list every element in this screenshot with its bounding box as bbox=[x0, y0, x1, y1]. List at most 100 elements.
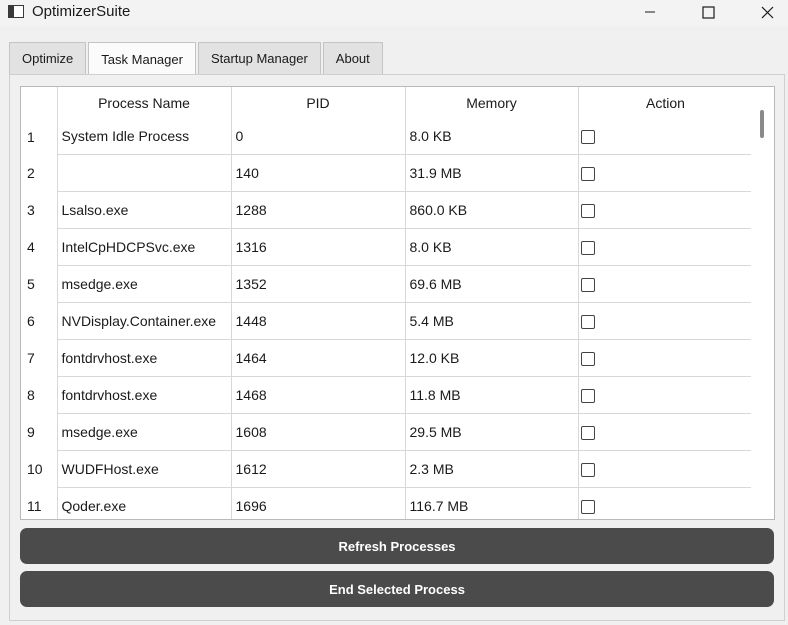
table-row[interactable]: 9 msedge.exe 1608 29.5 MB bbox=[21, 413, 754, 451]
minimize-button[interactable] bbox=[627, 0, 673, 24]
scrollbar-thumb[interactable] bbox=[760, 110, 764, 138]
memory-cell[interactable]: 860.0 KB bbox=[405, 191, 579, 229]
select-process-checkbox[interactable] bbox=[580, 388, 595, 403]
table-row[interactable]: 6 NVDisplay.Container.exe 1448 5.4 MB bbox=[21, 302, 754, 340]
row-number: 8 bbox=[21, 376, 58, 413]
pid-cell[interactable]: 1448 bbox=[231, 302, 406, 340]
process-name-cell[interactable]: NVDisplay.Container.exe bbox=[57, 302, 232, 340]
action-cell bbox=[578, 450, 754, 488]
pid-cell[interactable]: 1696 bbox=[231, 487, 406, 519]
process-name-cell[interactable]: WUDFHost.exe bbox=[57, 450, 232, 488]
window-title: OptimizerSuite bbox=[32, 3, 131, 20]
memory-cell[interactable]: 8.0 KB bbox=[405, 119, 579, 155]
maximize-icon bbox=[701, 5, 715, 19]
refresh-processes-button[interactable]: Refresh Processes bbox=[20, 528, 774, 564]
vertical-scrollbar[interactable] bbox=[751, 87, 774, 519]
row-number: 3 bbox=[21, 191, 58, 228]
column-header-action[interactable]: Action bbox=[578, 87, 754, 119]
column-header-pid[interactable]: PID bbox=[231, 87, 406, 119]
table-row[interactable]: 4 IntelCpHDCPSvc.exe 1316 8.0 KB bbox=[21, 228, 754, 266]
row-number-header bbox=[21, 87, 58, 119]
memory-cell[interactable]: 69.6 MB bbox=[405, 265, 579, 303]
action-cell bbox=[578, 487, 754, 519]
select-process-checkbox[interactable] bbox=[580, 425, 595, 440]
row-number: 1 bbox=[21, 119, 58, 154]
select-process-checkbox[interactable] bbox=[580, 203, 595, 218]
row-number: 10 bbox=[21, 450, 58, 487]
memory-cell[interactable]: 11.8 MB bbox=[405, 376, 579, 414]
process-name-cell[interactable]: System Idle Process bbox=[57, 119, 232, 155]
tab-bar: Optimize Task Manager Startup Manager Ab… bbox=[9, 42, 385, 75]
pid-cell[interactable]: 140 bbox=[231, 154, 406, 192]
app-window-icon bbox=[8, 5, 24, 18]
table-row[interactable]: 2 140 31.9 MB bbox=[21, 154, 754, 192]
row-number: 6 bbox=[21, 302, 58, 339]
select-process-checkbox[interactable] bbox=[580, 240, 595, 255]
pid-cell[interactable]: 1352 bbox=[231, 265, 406, 303]
pid-cell[interactable]: 0 bbox=[231, 119, 406, 155]
column-header-memory[interactable]: Memory bbox=[405, 87, 579, 119]
row-number: 4 bbox=[21, 228, 58, 265]
column-header-process-name[interactable]: Process Name bbox=[57, 87, 232, 119]
process-name-cell[interactable]: Lsalso.exe bbox=[57, 191, 232, 229]
select-process-checkbox[interactable] bbox=[580, 462, 595, 477]
tab-optimize[interactable]: Optimize bbox=[9, 42, 87, 74]
row-number: 5 bbox=[21, 265, 58, 302]
table-row[interactable]: 5 msedge.exe 1352 69.6 MB bbox=[21, 265, 754, 303]
action-cell bbox=[578, 302, 754, 340]
process-name-cell[interactable]: fontdrvhost.exe bbox=[57, 339, 232, 377]
select-process-checkbox[interactable] bbox=[580, 314, 595, 329]
memory-cell[interactable]: 5.4 MB bbox=[405, 302, 579, 340]
pid-cell[interactable]: 1288 bbox=[231, 191, 406, 229]
select-process-checkbox[interactable] bbox=[580, 130, 595, 145]
tab-startup-manager[interactable]: Startup Manager bbox=[197, 42, 321, 74]
process-name-cell[interactable]: Qoder.exe bbox=[57, 487, 232, 519]
process-name-cell[interactable]: msedge.exe bbox=[57, 413, 232, 451]
table-row[interactable]: 11 Qoder.exe 1696 116.7 MB bbox=[21, 487, 754, 519]
row-number: 2 bbox=[21, 154, 58, 191]
memory-cell[interactable]: 2.3 MB bbox=[405, 450, 579, 488]
row-number: 9 bbox=[21, 413, 58, 450]
memory-cell[interactable]: 8.0 KB bbox=[405, 228, 579, 266]
table-row[interactable]: 7 fontdrvhost.exe 1464 12.0 KB bbox=[21, 339, 754, 377]
memory-cell[interactable]: 29.5 MB bbox=[405, 413, 579, 451]
action-cell bbox=[578, 376, 754, 414]
memory-cell[interactable]: 12.0 KB bbox=[405, 339, 579, 377]
table-row[interactable]: 3 Lsalso.exe 1288 860.0 KB bbox=[21, 191, 754, 229]
process-name-cell[interactable]: msedge.exe bbox=[57, 265, 232, 303]
row-number: 11 bbox=[21, 487, 58, 519]
process-name-cell[interactable]: IntelCpHDCPSvc.exe bbox=[57, 228, 232, 266]
memory-cell[interactable]: 31.9 MB bbox=[405, 154, 579, 192]
end-selected-process-button[interactable]: End Selected Process bbox=[20, 571, 774, 607]
close-button[interactable] bbox=[744, 0, 788, 24]
select-process-checkbox[interactable] bbox=[580, 166, 595, 181]
table-header-row: Process Name PID Memory Action bbox=[21, 87, 754, 119]
action-cell bbox=[578, 265, 754, 303]
process-name-cell[interactable]: fontdrvhost.exe bbox=[57, 376, 232, 414]
pid-cell[interactable]: 1608 bbox=[231, 413, 406, 451]
pid-cell[interactable]: 1316 bbox=[231, 228, 406, 266]
close-icon bbox=[761, 6, 773, 18]
table-row[interactable]: 1 System Idle Process 0 8.0 KB bbox=[21, 119, 754, 155]
pid-cell[interactable]: 1468 bbox=[231, 376, 406, 414]
action-cell bbox=[578, 339, 754, 377]
tab-task-manager[interactable]: Task Manager bbox=[88, 42, 196, 75]
select-process-checkbox[interactable] bbox=[580, 277, 595, 292]
select-process-checkbox[interactable] bbox=[580, 351, 595, 366]
process-name-cell[interactable] bbox=[57, 154, 232, 192]
pid-cell[interactable]: 1612 bbox=[231, 450, 406, 488]
maximize-button[interactable] bbox=[685, 0, 731, 24]
select-process-checkbox[interactable] bbox=[580, 499, 595, 514]
table-row[interactable]: 8 fontdrvhost.exe 1468 11.8 MB bbox=[21, 376, 754, 414]
pid-cell[interactable]: 1464 bbox=[231, 339, 406, 377]
action-cell bbox=[578, 154, 754, 192]
table-body: 1 System Idle Process 0 8.0 KB 2 140 31.9 MB 3 L… bbox=[21, 119, 754, 519]
table-row[interactable]: 10 WUDFHost.exe 1612 2.3 MB bbox=[21, 450, 754, 488]
row-number: 7 bbox=[21, 339, 58, 376]
title-bar: OptimizerSuite bbox=[0, 0, 788, 26]
tab-about[interactable]: About bbox=[322, 42, 383, 74]
process-table: Process Name PID Memory Action 1 System I… bbox=[20, 86, 775, 520]
action-cell bbox=[578, 191, 754, 229]
memory-cell[interactable]: 116.7 MB bbox=[405, 487, 579, 519]
action-cell bbox=[578, 413, 754, 451]
